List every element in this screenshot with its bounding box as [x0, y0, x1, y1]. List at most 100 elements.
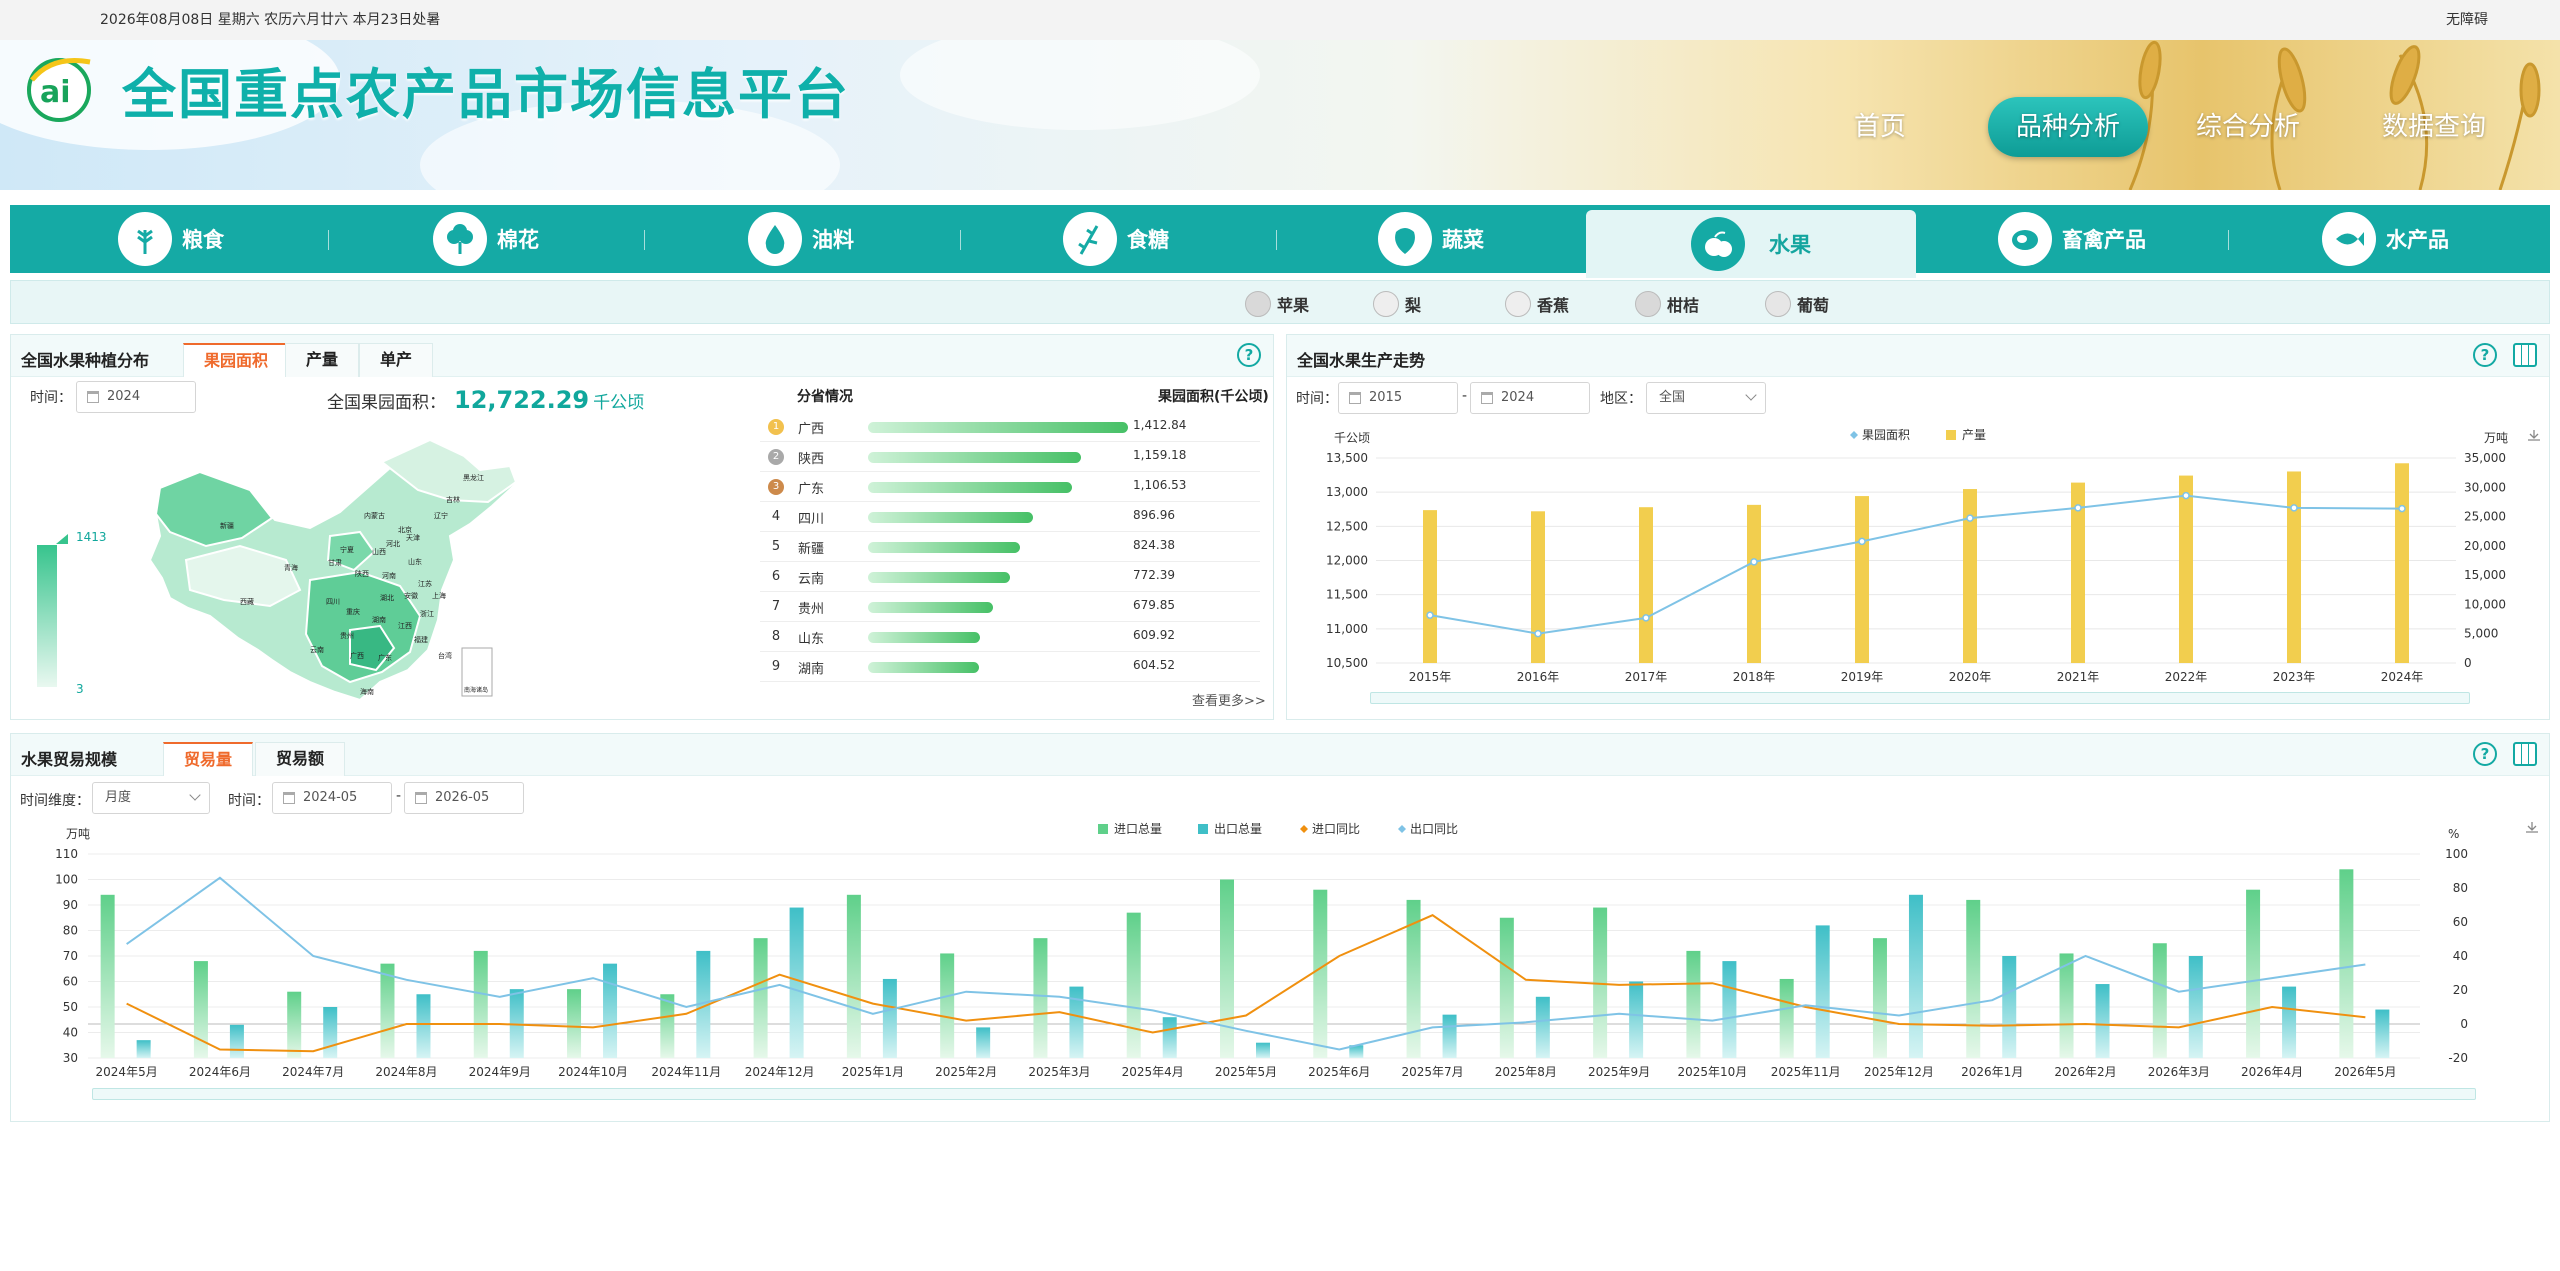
y-tick-label: 13,500 [1326, 451, 1368, 465]
svg-text:贵州: 贵州 [340, 631, 354, 640]
tab-output[interactable]: 产量 [285, 343, 360, 377]
category-livestock[interactable]: 畜禽产品 [1998, 205, 2146, 273]
end-month-input[interactable]: 2026-05 [404, 782, 524, 814]
start-month-input[interactable]: 2024-05 [272, 782, 392, 814]
help-icon[interactable]: ? [2473, 343, 2497, 367]
nav-variety-analysis[interactable]: 品种分析 [1988, 97, 2149, 157]
y-right-tick-label: 60 [2453, 915, 2468, 929]
y-axis-label: 万吨 [66, 827, 90, 841]
start-year-input[interactable]: 2015 [1338, 382, 1458, 414]
trend-zoom-slider[interactable] [1370, 692, 2470, 704]
legend-label: 进口同比 [1312, 822, 1360, 836]
category-sugar[interactable]: 食糖 [1063, 205, 1169, 273]
x-tick-label: 2024年5月 [96, 1065, 158, 1079]
calendar-icon [415, 792, 427, 804]
bar [1220, 879, 1234, 1058]
x-tick-label: 2025年5月 [1215, 1065, 1277, 1079]
legend-label: 产量 [1962, 428, 1986, 442]
time-label: 时间： [228, 793, 270, 809]
start-month-value: 2024-05 [303, 790, 358, 805]
nav-home[interactable]: 首页 [1854, 97, 1906, 157]
province-value: 896.96 [1133, 508, 1175, 522]
legend-label: 出口同比 [1410, 822, 1458, 836]
bar [1535, 996, 1550, 1058]
top-info-bar: 2026年08月08日 星期六 农历六月廿六 本月23日处暑 无障碍 [0, 0, 2560, 40]
legend-label: 出口总量 [1214, 822, 1262, 836]
help-icon[interactable]: ? [1237, 343, 1261, 367]
trade-zoom-slider[interactable] [92, 1088, 2476, 1100]
rank-number: 6 [771, 569, 781, 584]
table-view-icon[interactable] [2513, 343, 2537, 367]
legend-marker [1198, 824, 1208, 834]
x-tick-label: 2024年8月 [375, 1065, 437, 1079]
ranking-bar [868, 512, 1034, 523]
banana-icon [1505, 291, 1531, 317]
svg-text:江西: 江西 [398, 622, 412, 630]
y-right-tick-label: 25,000 [2464, 510, 2506, 524]
bar [1629, 981, 1644, 1058]
subcategory-citrus[interactable]: 柑桔 [1635, 291, 1699, 317]
end-year-input[interactable]: 2024 [1470, 382, 1590, 414]
legend-marker [1300, 825, 1308, 833]
china-map[interactable]: 黑龙江吉林辽宁 内蒙古北京天津 河北山西宁夏 甘肃陕西 河南 山东江苏上海 安徽湖… [10, 420, 750, 710]
x-tick-label: 2025年8月 [1495, 1065, 1557, 1079]
bar [1423, 510, 1437, 663]
category-aquatic[interactable]: 水产品 [2322, 205, 2449, 273]
subcategory-bar: 苹果 梨 香蕉 柑桔 葡萄 [10, 280, 2550, 324]
subcategory-banana[interactable]: 香蕉 [1505, 291, 1569, 317]
ranking-bar [868, 662, 980, 673]
year-value: 2024 [107, 389, 141, 404]
category-oil[interactable]: 油料 [748, 205, 854, 273]
svg-text:内蒙古: 内蒙古 [364, 511, 385, 520]
subcategory-pear[interactable]: 梨 [1373, 291, 1421, 317]
time-label: 时间： [1296, 391, 1338, 407]
year-input[interactable]: 2024 [76, 381, 196, 413]
region-label: 地区： [1600, 391, 1642, 407]
subcategory-grape[interactable]: 葡萄 [1765, 291, 1829, 317]
province-value: 609.92 [1133, 628, 1175, 642]
ranking-row: 4 四川 896.96 [760, 502, 1260, 532]
table-view-icon[interactable] [2513, 742, 2537, 766]
sugar-cane-icon [1063, 212, 1117, 266]
category-cotton[interactable]: 棉花 [433, 205, 539, 273]
bar [1966, 899, 1981, 1058]
chevron-down-icon [1745, 389, 1757, 401]
time-dimension-select[interactable]: 月度 [92, 782, 210, 814]
y-right-tick-label: 20 [2453, 983, 2468, 997]
bar [1747, 504, 1761, 663]
province-value: 1,412.84 [1133, 418, 1187, 432]
category-fruit[interactable]: 水果 [1586, 210, 1916, 278]
help-icon[interactable]: ? [2473, 742, 2497, 766]
nav-data-query[interactable]: 数据查询 [2382, 97, 2486, 157]
y-tick-label: 11,500 [1326, 588, 1368, 602]
citrus-icon [1635, 291, 1661, 317]
subcategory-apple[interactable]: 苹果 [1245, 291, 1309, 317]
province-value: 604.52 [1133, 658, 1175, 672]
accessibility-link[interactable]: 无障碍 [2446, 0, 2488, 40]
y-right-axis-label: 万吨 [2484, 431, 2508, 445]
province-name: 陕西 [798, 452, 825, 467]
y-tick-label: 13,000 [1326, 485, 1368, 499]
nav-comprehensive-analysis[interactable]: 综合分析 [2196, 97, 2300, 157]
svg-text:湖北: 湖北 [380, 593, 394, 602]
y-right-axis-label: % [2448, 827, 2459, 841]
bar [976, 1027, 991, 1058]
bar [1855, 496, 1869, 663]
region-select[interactable]: 全国 [1646, 382, 1766, 414]
production-trend-chart[interactable]: 10,500 11,000 11,500 12,000 12,500 13,000 13,5… [1296, 420, 2544, 710]
tab-yield[interactable]: 单产 [359, 343, 434, 377]
see-more-link[interactable]: 查看更多>> [1192, 690, 1266, 709]
svg-text:上海: 上海 [432, 591, 446, 600]
category-grain[interactable]: 粮食 [118, 205, 224, 273]
ranking-bar [868, 422, 1128, 433]
tab-trade-value[interactable]: 贸易额 [255, 742, 346, 776]
svg-text:四川: 四川 [326, 598, 340, 606]
x-tick-label: 2023年 [2273, 670, 2316, 684]
category-vegetable[interactable]: 蔬菜 [1378, 205, 1484, 273]
tab-orchard-area[interactable]: 果园面积 [183, 343, 290, 377]
tab-trade-volume[interactable]: 贸易量 [163, 742, 254, 776]
trade-volume-chart[interactable]: 30 40 50 60 70 80 90 100 110 -20 0 20 40 60 80 100 万吨 % 20… [20, 818, 2540, 1080]
svg-text:山东: 山东 [408, 557, 422, 566]
y-right-tick-label: 10,000 [2464, 597, 2506, 611]
x-tick-label: 2024年11月 [651, 1065, 721, 1079]
